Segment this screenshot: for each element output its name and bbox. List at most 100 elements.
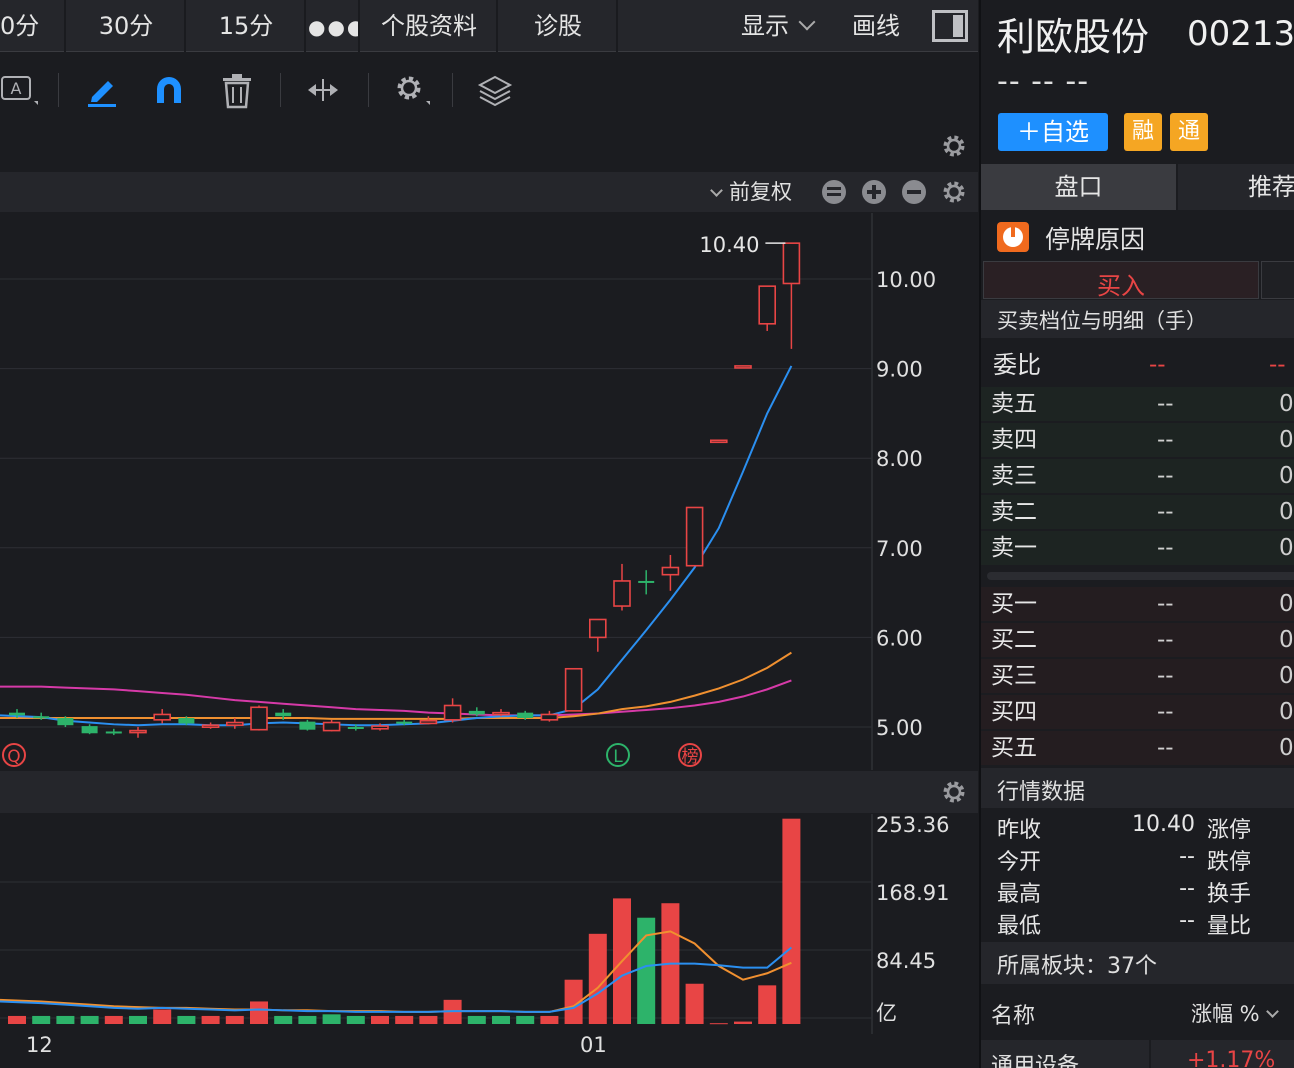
level-volume: 0 [1279,463,1294,489]
candle-body [492,711,510,716]
volume-tick-label: 84.45 [876,949,936,973]
price-placeholder: -- -- -- [997,64,1090,99]
market-label-2: 涨停 [1207,818,1252,843]
level-price: -- [1157,699,1174,725]
level-label: 买四 [991,699,1037,725]
level-price: -- [1157,499,1174,525]
market-data-header: 行情数据 [981,768,1294,808]
market-value: 10.40 [1132,812,1195,837]
orderbook-title: 买卖档位与明细（手） [997,309,1207,333]
chevron-down-icon [1265,1005,1279,1018]
sector-name: 通用设备 [991,1054,1080,1068]
level-price: -- [1157,427,1174,453]
orderbook-level-row[interactable]: 卖四 -- 0 [981,423,1294,457]
suspension-icon [997,222,1029,252]
max-price-annotation: 10.40 [699,233,759,257]
sector-header: 所属板块：37个 [981,942,1294,984]
price-tick-label: 6.00 [876,626,923,650]
market-label-2: 量比 [1207,914,1252,939]
candle-body [201,724,220,729]
volume-bar [782,818,801,1024]
volume-bar [225,1015,244,1024]
candle-body [275,712,292,717]
suspension-reason-link[interactable]: 停牌原因 [1045,220,1145,256]
connect-badge[interactable]: 通 [1170,113,1208,151]
ratio-value: -- [1149,352,1166,378]
volume-bar [8,1015,26,1024]
volume-bar [734,1021,752,1024]
add-watchlist-button[interactable]: ＋自选 [998,113,1108,151]
tab-recommend[interactable]: 推荐 [1178,164,1294,210]
volume-bar [56,1015,75,1024]
sector-sort-change[interactable]: 涨幅 % [1191,998,1279,1028]
volume-bar [492,1015,510,1024]
candle-body [57,718,74,726]
level-label: 卖一 [991,535,1037,561]
volume-bar [80,1015,99,1024]
volume-bar [104,1015,123,1024]
market-label: 最低 [997,914,1042,939]
buy-button[interactable]: 买入 [983,261,1259,300]
volume-bar [153,1009,172,1024]
level-price: -- [1157,535,1174,561]
orderbook-level-row[interactable]: 买一 -- 0 [981,587,1294,621]
margin-badge[interactable]: 融 [1124,113,1162,151]
market-data-title: 行情数据 [997,780,1086,805]
ratio-value-2: -- [1269,352,1286,378]
candle-body [685,506,704,567]
candle-body [105,731,122,734]
stock-code: 002131 [1187,14,1294,54]
orderbook-level-row[interactable]: 买四 -- 0 [981,695,1294,729]
sector-col-name[interactable]: 名称 [991,998,1035,1030]
volume-bar [298,1015,317,1024]
level-label: 买二 [991,627,1037,653]
candle-body [371,725,389,730]
candle-body [178,718,195,724]
sector-col-change: 涨幅 % [1191,1002,1260,1026]
volume-bar [322,1014,341,1024]
sector-row[interactable]: 通用设备 +1.17% [981,1040,1294,1068]
kline-volume-chart[interactable]: 10.00 9.00 8.00 7.00 6.00 5.00 253.36 168.91 84.… [0,0,978,1068]
tab-order-panel[interactable]: 盘口 [981,164,1176,210]
volume-bar [395,1015,414,1024]
x-axis-label: 12 [26,1033,53,1057]
market-label: 最高 [997,882,1042,907]
candle-body [468,710,485,715]
orderbook-level-row[interactable]: 卖二 -- 0 [981,495,1294,529]
level-volume: 0 [1279,499,1294,525]
volume-bar [419,1015,438,1024]
level-label: 卖三 [991,463,1037,489]
candle-body [322,721,341,732]
orderbook-level-row[interactable]: 买三 -- 0 [981,659,1294,693]
candle-body [709,439,728,444]
volume-bar [467,1015,486,1024]
level-volume: 0 [1279,535,1294,561]
level-label: 买三 [991,663,1037,689]
volume-bar [685,983,704,1024]
price-tick-label: 7.00 [876,537,923,561]
orderbook-level-row[interactable]: 卖三 -- 0 [981,459,1294,493]
volume-unit-label: 亿 [876,1001,897,1025]
orderbook-level-row[interactable]: 买二 -- 0 [981,623,1294,657]
level-volume: 0 [1279,427,1294,453]
commission-ratio-row: 委比 -- -- [981,348,1294,384]
quote-panel: 利欧股份 002131 -- -- -- ＋自选 融 通 盘口 推荐 停牌原因 … [979,0,1294,1068]
level-price: -- [1157,627,1174,653]
volume-bar [588,933,607,1024]
orderbook-level-row[interactable]: 卖一 -- 0 [981,531,1294,565]
stock-name: 利欧股份 [997,15,1150,59]
price-tick-label: 5.00 [876,716,923,740]
candle-body [9,712,25,716]
market-value: -- [1179,876,1195,901]
sell-button[interactable] [1261,261,1294,299]
level-volume: 0 [1279,735,1294,761]
orderbook-level-row[interactable]: 卖五 -- 0 [981,387,1294,421]
candle-body [661,566,680,576]
candle-body [129,729,147,734]
volume-bar [274,1015,293,1024]
candle-body [419,719,438,725]
level-price: -- [1157,463,1174,489]
level-label: 卖五 [991,391,1037,417]
orderbook-level-row[interactable]: 买五 -- 0 [981,731,1294,765]
level-label: 买一 [991,591,1037,617]
